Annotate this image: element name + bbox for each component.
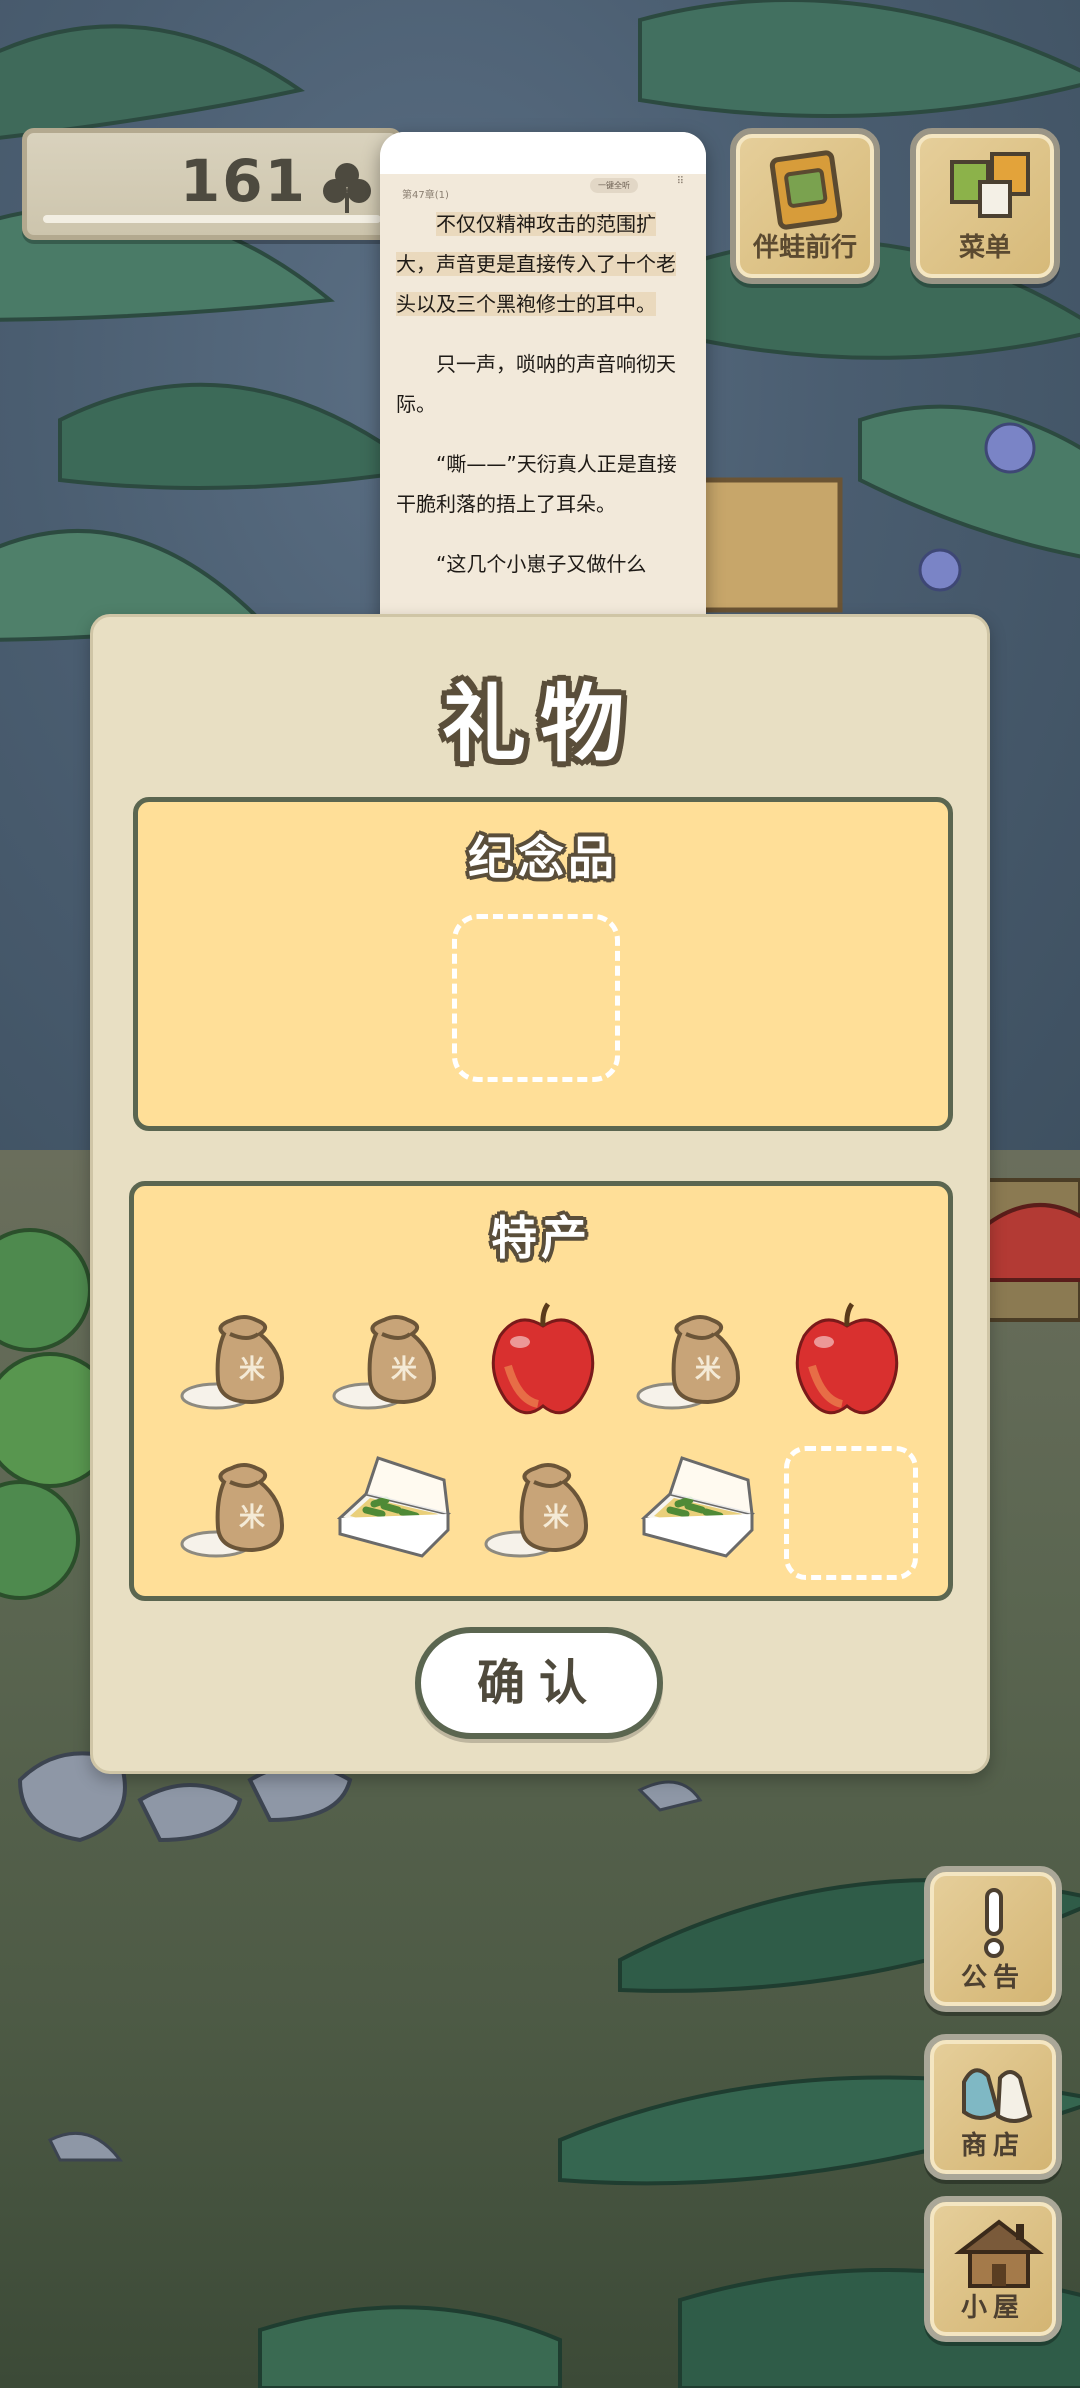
notice-button[interactable]: 公告 [924,1866,1062,2012]
clover-progress-bar [43,215,381,223]
bento-box-item[interactable] [630,1444,760,1574]
specialty-section: 特产 米 米 米 米 米 [129,1181,953,1601]
exclamation-icon [984,1888,1004,1958]
reader-text: 不仅仅精神攻击的范围扩大，声音更是直接传入了十个老头以及三个黑袍修士的耳中。 只… [380,204,706,584]
bento-box-item[interactable] [326,1444,456,1574]
shop-bags-icon [962,2068,1033,2123]
gift-dialog: 礼物 纪念品 特产 米 米 米 米 米 确认 [90,614,990,1774]
clover-counter: 161 [22,128,402,240]
reader-toolbar: 第47章(1) 一键全听 ⠿ [380,174,706,204]
menu-button[interactable]: 菜单 [910,128,1060,284]
paragraph: 不仅仅精神攻击的范围扩大，声音更是直接传入了十个老头以及三个黑袍修士的耳中。 [396,212,676,316]
svg-text:米: 米 [239,1355,265,1385]
paragraph: 只一声，唢呐的声音响彻天际。 [396,352,676,416]
menu-label: 菜单 [958,233,1011,263]
reader-header[interactable] [380,132,706,174]
house-button[interactable]: 小屋 [924,2196,1062,2342]
listen-all-button[interactable]: 一键全听 [590,178,638,193]
gift-title: 礼物 [441,674,638,773]
chapter-label[interactable]: 第47章(1) [402,186,449,201]
shop-button[interactable]: 商店 [924,2034,1062,2180]
souvenir-title: 纪念品 [468,831,618,885]
clover-icon [323,163,371,213]
confirm-label: 确认 [476,1655,601,1711]
rice-bag-item[interactable]: 米 [478,1444,608,1574]
svg-text:米: 米 [543,1503,569,1533]
floating-reader-window[interactable]: 第47章(1) 一键全听 ⠿ 不仅仅精神攻击的范围扩大，声音更是直接传入了十个老… [380,132,706,668]
specialty-grid: 米 米 米 米 米 [174,1296,924,1586]
apple-item[interactable] [782,1296,912,1426]
apple-item[interactable] [478,1296,608,1426]
specialty-title: 特产 [491,1211,591,1265]
house-label: 小屋 [960,2293,1025,2323]
souvenir-empty-slot [452,914,620,1082]
svg-text:米: 米 [695,1355,721,1385]
souvenir-section: 纪念品 [133,797,953,1131]
svg-text:米: 米 [391,1355,417,1385]
menu-icon [950,152,1030,218]
travel-with-frog-button[interactable]: 伴蛙前行 [730,128,880,284]
paragraph: “嘶——”天衍真人正是直接干脆利落的捂上了耳朵。 [396,452,677,516]
travel-label: 伴蛙前行 [752,233,857,263]
specialty-empty-slot [784,1446,918,1580]
rice-bag-item[interactable]: 米 [326,1296,456,1426]
frog-album-icon [769,150,843,230]
shop-label: 商店 [960,2131,1025,2161]
confirm-button[interactable]: 确认 [415,1627,663,1739]
svg-text:米: 米 [239,1503,265,1533]
rice-bag-item[interactable]: 米 [174,1296,304,1426]
rice-bag-item[interactable]: 米 [630,1296,760,1426]
house-icon [954,2219,1044,2288]
clover-count: 161 [179,147,307,215]
more-icon[interactable]: ⠿ [677,176,684,187]
paragraph: “这几个小崽子又做什么 [436,552,647,576]
rice-bag-item[interactable]: 米 [174,1444,304,1574]
notice-label: 公告 [960,1963,1025,1993]
